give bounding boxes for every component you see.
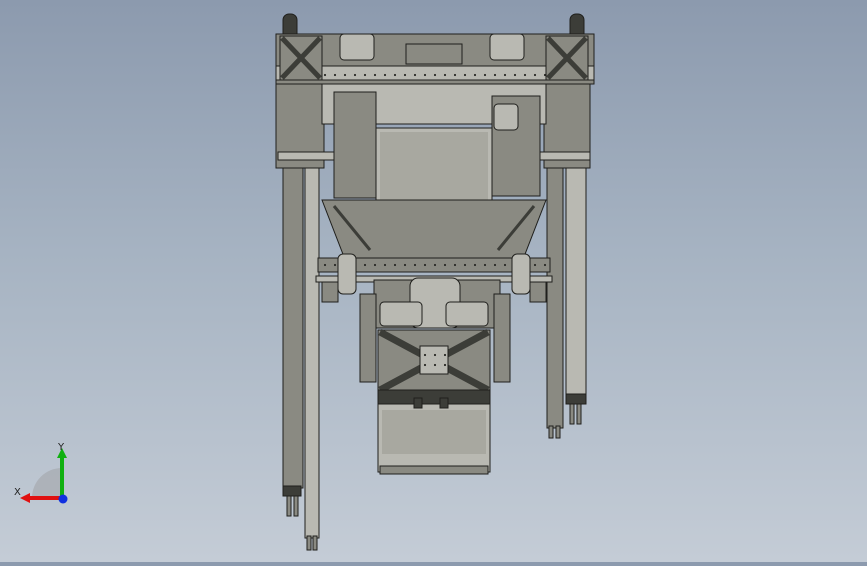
right-side-motor bbox=[493, 103, 519, 131]
axis-triad: Y X bbox=[10, 440, 80, 510]
cad-viewport[interactable]: Y X bbox=[0, 0, 867, 562]
left-gusset-plate bbox=[279, 35, 323, 81]
robot-assembly-model[interactable] bbox=[0, 0, 867, 562]
top-center-bracket bbox=[405, 43, 463, 65]
x-axis-label: X bbox=[14, 487, 21, 498]
right-hub bbox=[511, 253, 531, 295]
lower-x-bracket bbox=[377, 328, 491, 394]
y-axis-label: Y bbox=[57, 442, 65, 453]
left-inner-rail bbox=[304, 119, 320, 539]
triad-plane bbox=[32, 468, 62, 498]
top-right-motor bbox=[489, 33, 525, 61]
top-left-motor bbox=[339, 33, 375, 61]
right-gusset-plate bbox=[545, 35, 589, 81]
x-axis-arrowhead bbox=[20, 493, 30, 503]
z-axis-dot bbox=[58, 494, 68, 504]
left-hub bbox=[337, 253, 357, 295]
